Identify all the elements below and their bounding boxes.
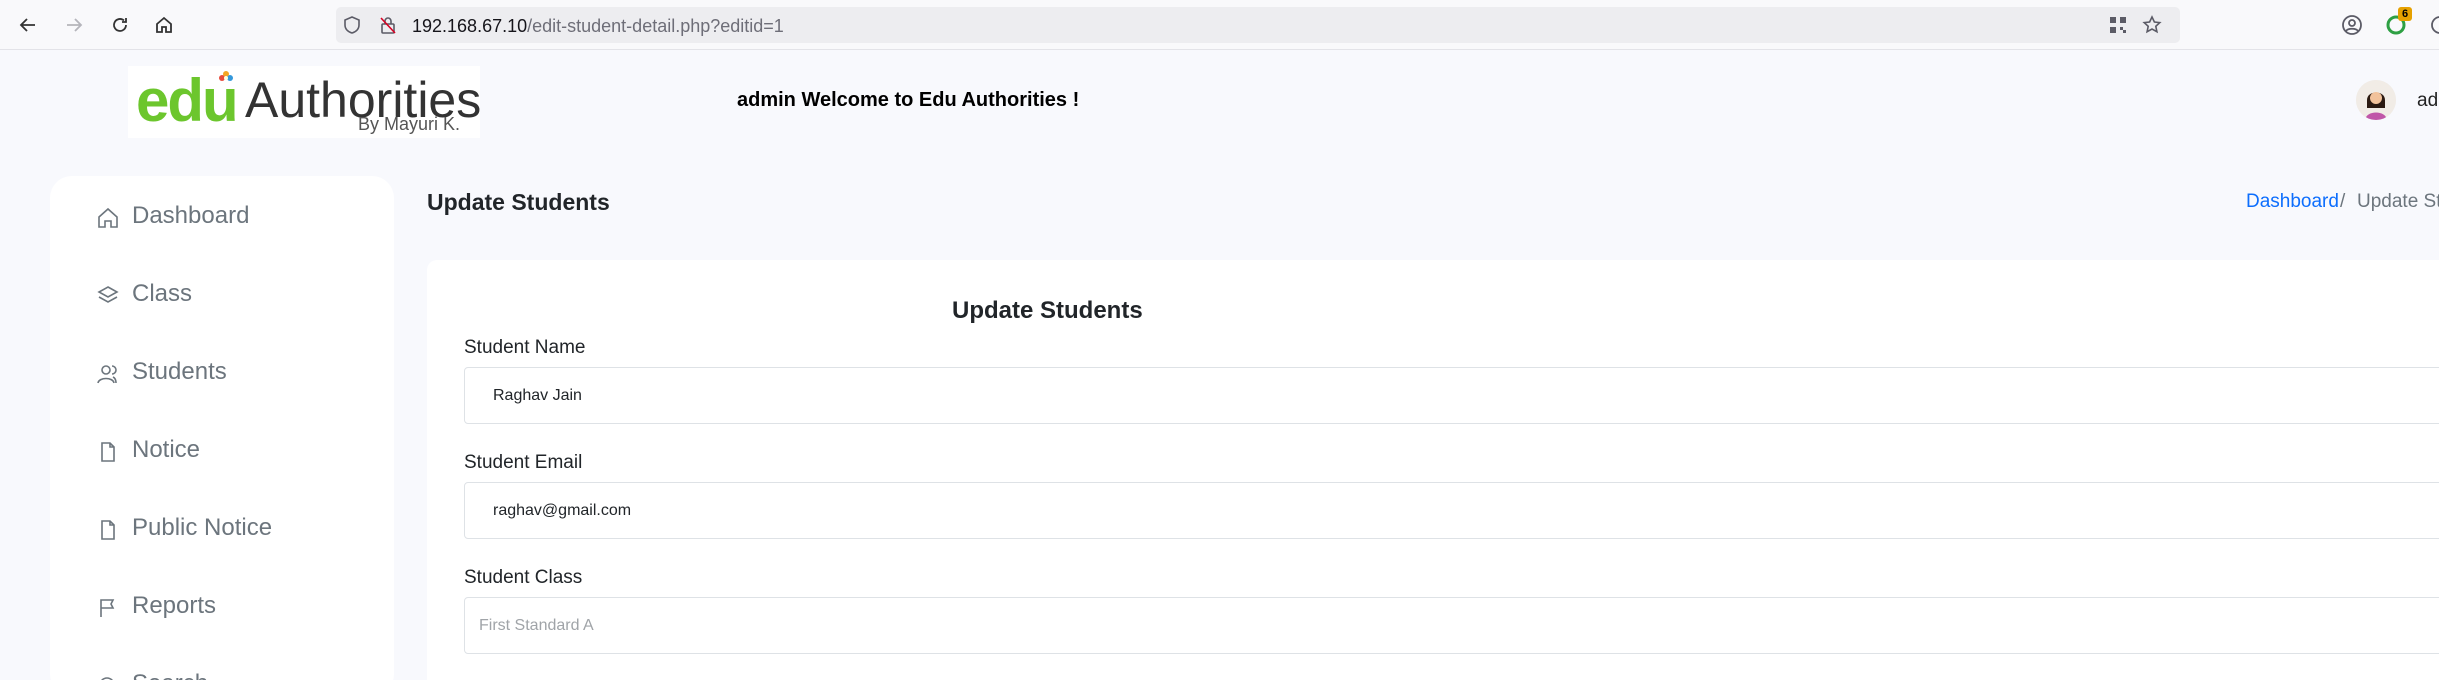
settings-icon[interactable]	[2428, 13, 2439, 37]
url-host: 192.168.67.10	[412, 16, 528, 36]
browser-toolbar: 192.168.67.10/edit-student-detail.php?ed…	[0, 0, 2439, 50]
sidebar-item-reports[interactable]: Reports	[96, 588, 216, 624]
breadcrumb-separator: /	[2340, 191, 2346, 212]
student-class-select[interactable]: First Standard A	[464, 597, 2439, 654]
home-icon	[98, 207, 118, 228]
sidebar: Dashboard Class Students Notice Public N…	[50, 176, 394, 680]
sidebar-item-label: Class	[132, 280, 193, 307]
arrow-right-icon	[67, 18, 83, 32]
account-icon[interactable]	[2340, 13, 2364, 37]
reload-icon	[113, 18, 127, 32]
extension-badge: 6	[2398, 7, 2412, 21]
sidebar-item-dashboard[interactable]: Dashboard	[96, 198, 249, 234]
users-icon	[97, 365, 117, 384]
back-button[interactable]	[14, 11, 42, 39]
avatar[interactable]	[2356, 80, 2396, 120]
breadcrumb-dashboard-link[interactable]: Dashboard	[2246, 191, 2339, 213]
file-icon	[101, 520, 115, 540]
sidebar-item-notice[interactable]: Notice	[96, 432, 200, 468]
student-class-label: Student Class	[464, 567, 583, 588]
bookmark-star-icon[interactable]	[2142, 15, 2162, 35]
sidebar-item-students[interactable]: Students	[96, 354, 227, 390]
home-button[interactable]	[150, 11, 178, 39]
sidebar-item-label: Students	[132, 358, 227, 385]
flag-icon	[100, 599, 115, 617]
student-email-label: Student Email	[464, 452, 583, 473]
arrow-left-icon	[19, 18, 35, 32]
address-bar[interactable]: 192.168.67.10/edit-student-detail.php?ed…	[336, 7, 2180, 43]
sidebar-item-label: Search	[132, 670, 208, 680]
user-avatar-icon	[2356, 80, 2396, 120]
sidebar-item-class[interactable]: Class	[96, 276, 192, 312]
insecure-lock-icon[interactable]	[378, 15, 398, 35]
student-name-input[interactable]	[464, 367, 2439, 424]
file-icon	[101, 442, 115, 462]
sidebar-item-label: Reports	[132, 592, 217, 619]
sidebar-item-label: Notice	[132, 436, 201, 463]
url-text: 192.168.67.10/edit-student-detail.php?ed…	[412, 16, 784, 37]
logo-byline: By Mayuri K.	[358, 114, 461, 134]
sidebar-item-label: Public Notice	[132, 514, 273, 541]
page-title: Update Students	[427, 189, 610, 215]
form-title: Update Students	[952, 297, 1143, 324]
student-email-input[interactable]	[464, 482, 2439, 539]
student-name-label: Student Name	[464, 337, 586, 358]
sidebar-item-public-notice[interactable]: Public Notice	[96, 510, 272, 546]
site-logo[interactable]: edu Authorities By Mayuri K.	[128, 66, 481, 138]
url-path: /edit-student-detail.php?editid=1	[527, 16, 784, 36]
sidebar-item-search[interactable]: Search	[96, 666, 208, 680]
welcome-message: admin Welcome to Edu Authorities !	[737, 89, 1080, 111]
user-name[interactable]: admin	[2417, 90, 2439, 112]
home-icon	[156, 16, 172, 33]
layers-icon	[97, 286, 119, 303]
flower-icon	[219, 71, 233, 81]
shield-icon[interactable]	[342, 15, 362, 35]
breadcrumb-current: Update Students	[2357, 191, 2439, 212]
qr-code-icon[interactable]	[2108, 15, 2128, 35]
sidebar-item-label: Dashboard	[132, 202, 250, 229]
search-icon	[101, 677, 113, 680]
forward-button[interactable]	[60, 11, 88, 39]
reload-button[interactable]	[106, 11, 134, 39]
